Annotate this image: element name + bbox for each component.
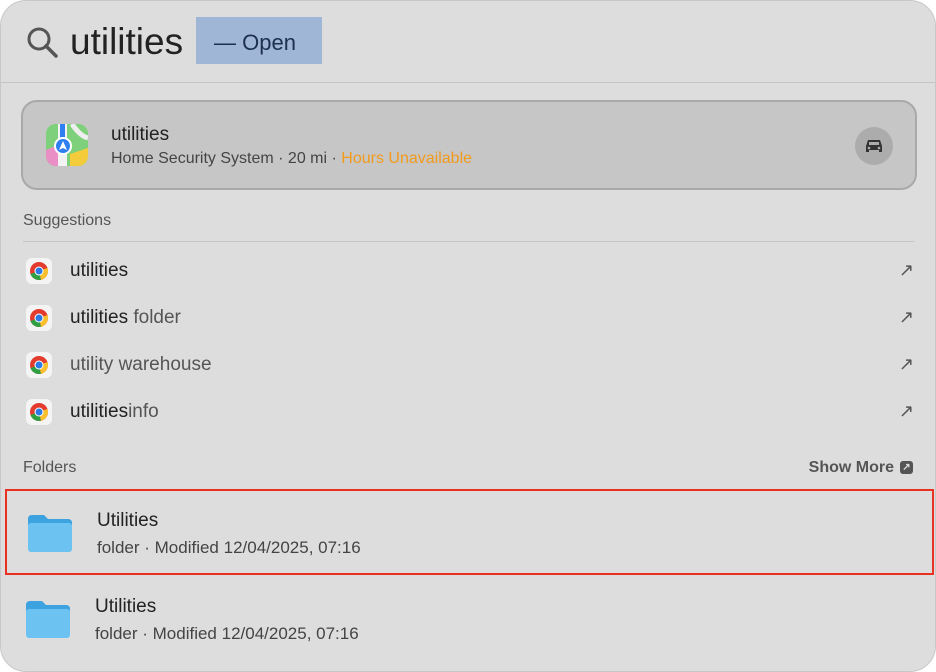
suggestion-label: utilities folder xyxy=(70,307,181,329)
maps-app-icon xyxy=(46,124,88,166)
chrome-icon xyxy=(26,258,52,284)
search-input[interactable]: utilities xyxy=(70,18,183,66)
car-icon xyxy=(864,138,884,154)
folder-result[interactable]: Utilities folder · Modified 12/04/2025, … xyxy=(5,577,934,663)
top-hit-subtitle: Home Security System · 20 mi · Hours Una… xyxy=(111,150,472,168)
folder-name: Utilities xyxy=(95,596,156,618)
open-arrow-icon: ↗ xyxy=(899,401,914,422)
suggestion-item[interactable]: utilities ↗ xyxy=(23,248,914,294)
folder-name: Utilities xyxy=(97,510,158,532)
spotlight-window: utilities — Open utilities Home Security… xyxy=(0,0,936,672)
divider xyxy=(23,241,914,242)
chrome-icon xyxy=(26,352,52,378)
top-hit-details: Home Security System · 20 mi · xyxy=(111,150,341,167)
suggestion-label: utilities xyxy=(70,260,128,282)
completion-text: info xyxy=(128,401,159,422)
show-more-label: Show More xyxy=(809,459,894,476)
show-more-icon: ↗ xyxy=(900,461,913,474)
open-arrow-icon: ↗ xyxy=(899,354,914,375)
top-hit-maps-result[interactable]: utilities Home Security System · 20 mi ·… xyxy=(21,100,917,190)
suggestion-item[interactable]: utilities folder ↗ xyxy=(23,295,914,341)
chrome-icon xyxy=(26,305,52,331)
folder-details: folder · Modified 12/04/2025, 07:16 xyxy=(95,624,359,644)
typed-text: utilities xyxy=(70,401,128,422)
directions-button[interactable] xyxy=(855,127,893,165)
completion-text: utility warehouse xyxy=(70,354,212,375)
folder-details: folder · Modified 12/04/2025, 07:16 xyxy=(97,538,361,558)
suggestion-item[interactable]: utilitiesinfo ↗ xyxy=(23,389,914,435)
show-more-button[interactable]: Show More ↗ xyxy=(809,459,913,477)
folders-header: Folders xyxy=(23,459,76,477)
hours-status: Hours Unavailable xyxy=(341,150,472,167)
open-arrow-icon: ↗ xyxy=(899,307,914,328)
folder-icon xyxy=(27,513,73,553)
autocomplete-open-hint: — Open xyxy=(196,17,322,64)
folder-icon xyxy=(25,599,71,639)
suggestion-label: utility warehouse xyxy=(70,354,212,376)
typed-text: utilities xyxy=(70,260,128,281)
chrome-icon xyxy=(26,399,52,425)
typed-text: utilities xyxy=(70,307,128,328)
suggestion-label: utilitiesinfo xyxy=(70,401,159,423)
open-arrow-icon: ↗ xyxy=(899,260,914,281)
search-icon xyxy=(25,25,59,59)
search-bar: utilities — Open xyxy=(1,1,935,83)
suggestion-item[interactable]: utility warehouse ↗ xyxy=(23,342,914,388)
folder-result-selected[interactable]: Utilities folder · Modified 12/04/2025, … xyxy=(5,489,934,575)
suggestions-header: Suggestions xyxy=(23,212,111,230)
completion-text: folder xyxy=(128,307,181,328)
top-hit-title: utilities xyxy=(111,124,169,146)
